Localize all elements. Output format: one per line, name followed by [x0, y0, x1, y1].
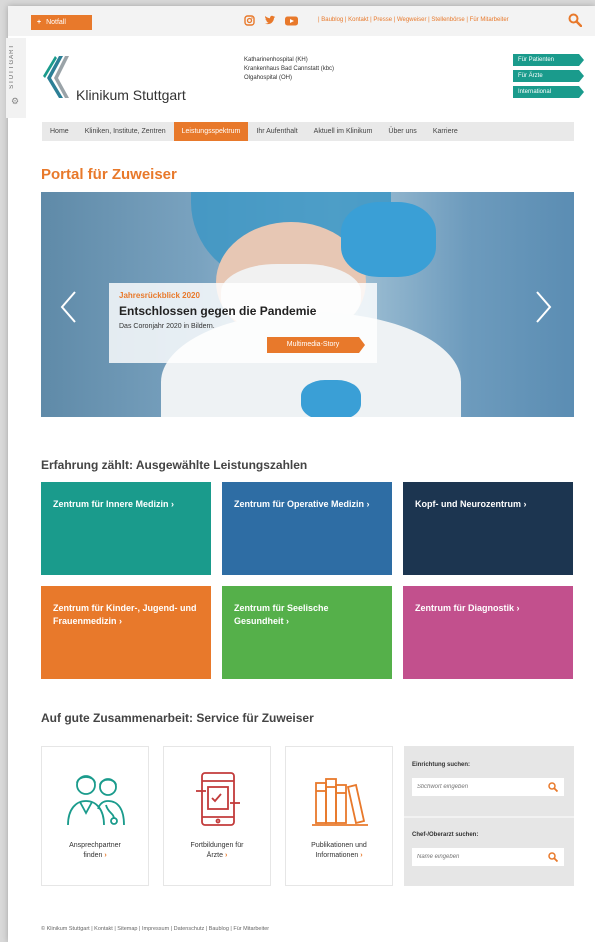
hospital-list: Katharinenhospital (KH) Krankenhaus Bad … — [244, 56, 334, 83]
tile-operative-medizin[interactable]: Zentrum für Operative Medizin › — [222, 482, 392, 575]
menu-icon: ⚙ — [11, 96, 20, 106]
service-label-line1: Ansprechpartner — [69, 842, 121, 849]
service-card-fortbildungen[interactable]: Fortbildungen für Ärzte › — [163, 746, 271, 886]
main-nav: Home Kliniken, Institute, Zentren Leistu… — [42, 122, 574, 141]
chevron-right-icon: › — [224, 852, 228, 859]
hospital-kh[interactable]: Katharinenhospital (KH) — [244, 56, 334, 65]
notfall-label: Notfall — [46, 19, 66, 26]
audience-buttons: Für Patienten Für Ärzte International — [513, 54, 584, 98]
nav-item-leistungsspektrum[interactable]: Leistungsspektrum — [173, 122, 249, 141]
hero-subtitle: Das Coronjahr 2020 in Bildern. — [119, 323, 215, 330]
social-links — [244, 15, 298, 26]
search-icon[interactable] — [548, 852, 558, 862]
multimedia-story-button[interactable]: Multimedia-Story — [267, 337, 365, 353]
klinikum-logo-icon[interactable] — [41, 54, 71, 100]
tile-kinder-jugend-frauenmedizin[interactable]: Zentrum für Kinder-, Jugend- und Frauenm… — [41, 586, 211, 679]
tile-diagnostik[interactable]: Zentrum für Diagnostik › — [403, 586, 573, 679]
tile-kopf-neurozentrum[interactable]: Kopf- und Neurozentrum › — [403, 482, 573, 575]
search-icon[interactable] — [568, 13, 582, 27]
notfall-button[interactable]: + Notfall — [31, 15, 92, 30]
service-label-publikationen: Publikationen und Informationen › — [292, 841, 386, 861]
twitter-icon[interactable] — [264, 15, 276, 26]
international-button[interactable]: International — [513, 86, 584, 98]
fuer-aerzte-button[interactable]: Für Ärzte — [513, 70, 584, 82]
nav-item-kliniken[interactable]: Kliniken, Institute, Zentren — [77, 122, 174, 141]
sidebar-tab[interactable]: STUTTGART ⚙ — [6, 38, 26, 118]
hero-kicker: Jahresrückblick 2020 — [119, 291, 200, 300]
section-title-leistungszahlen: Erfahrung zählt: Ausgewählte Leistungsza… — [41, 458, 308, 472]
top-bar: + Notfall | Baublog | Kontakt | Presse | … — [8, 6, 595, 36]
youtube-icon[interactable] — [285, 16, 298, 26]
tile-seelische-gesundheit[interactable]: Zentrum für Seelische Gesundheit › — [222, 586, 392, 679]
service-label-line2: Ärzte — [206, 852, 224, 859]
logo-text[interactable]: Klinikum Stuttgart — [76, 87, 186, 103]
doctors-icon — [67, 775, 125, 826]
search-icon[interactable] — [548, 782, 558, 792]
section-title-service: Auf gute Zusammenarbeit: Service für Zuw… — [41, 711, 314, 725]
hero-carousel[interactable]: Jahresrückblick 2020 Entschlossen gegen … — [41, 192, 574, 417]
hero-title: Entschlossen gegen die Pandemie — [119, 304, 317, 318]
nav-item-home[interactable]: Home — [42, 122, 77, 141]
doctor-search-input[interactable] — [412, 848, 564, 866]
nav-item-aktuell[interactable]: Aktuell im Klinikum — [306, 122, 381, 141]
plus-icon: + — [37, 19, 42, 26]
hospital-kbc[interactable]: Krankenhaus Bad Cannstatt (kbc) — [244, 65, 334, 74]
books-icon — [312, 778, 368, 826]
facility-search-label: Einrichtung suchen: — [412, 762, 471, 768]
service-label-ansprechpartner: Ansprechpartner finden › — [48, 841, 142, 861]
hospital-oh[interactable]: Olgahospital (OH) — [244, 74, 334, 83]
nav-item-aufenthalt[interactable]: Ihr Aufenthalt — [248, 122, 305, 141]
hero-glove-shape — [341, 202, 436, 277]
nav-item-karriere[interactable]: Karriere — [425, 122, 466, 141]
nav-item-ueber-uns[interactable]: Über uns — [380, 122, 424, 141]
service-card-publikationen[interactable]: Publikationen und Informationen › — [285, 746, 393, 886]
hero-glove-shape-2 — [301, 380, 361, 417]
fuer-patienten-button[interactable]: Für Patienten — [513, 54, 584, 66]
service-label-line1: Fortbildungen für — [190, 842, 244, 849]
page: + Notfall | Baublog | Kontakt | Presse | … — [8, 6, 595, 942]
facility-search-input[interactable] — [412, 778, 564, 796]
service-label-line1: Publikationen und — [311, 842, 367, 849]
chevron-right-icon: › — [360, 852, 363, 859]
doctor-search-label: Chef-/Oberarzt suchen: — [412, 832, 479, 838]
chevron-right-icon[interactable] — [533, 290, 553, 324]
service-card-ansprechpartner[interactable]: Ansprechpartner finden › — [41, 746, 149, 886]
footer-links[interactable]: © Klinikum Stuttgart | Kontakt | Sitemap… — [41, 926, 269, 932]
sidebar-label: STUTTGART — [9, 44, 15, 89]
tablet-training-icon — [196, 772, 240, 826]
page-title: Portal für Zuweiser — [41, 166, 177, 183]
chevron-left-icon[interactable] — [59, 290, 79, 324]
service-label-fortbildungen: Fortbildungen für Ärzte › — [170, 841, 264, 861]
search-panel: Einrichtung suchen: Chef-/Oberarzt suche… — [404, 746, 574, 886]
service-label-line2: Informationen — [315, 852, 359, 859]
top-links[interactable]: | Baublog | Kontakt | Presse | Wegweiser… — [318, 17, 509, 23]
service-label-line2: finden — [83, 852, 103, 859]
chevron-right-icon: › — [104, 852, 107, 859]
search-divider — [404, 816, 574, 818]
tile-innere-medizin[interactable]: Zentrum für Innere Medizin › — [41, 482, 211, 575]
hero-caption-box: Jahresrückblick 2020 Entschlossen gegen … — [109, 283, 377, 363]
instagram-icon[interactable] — [244, 15, 255, 26]
